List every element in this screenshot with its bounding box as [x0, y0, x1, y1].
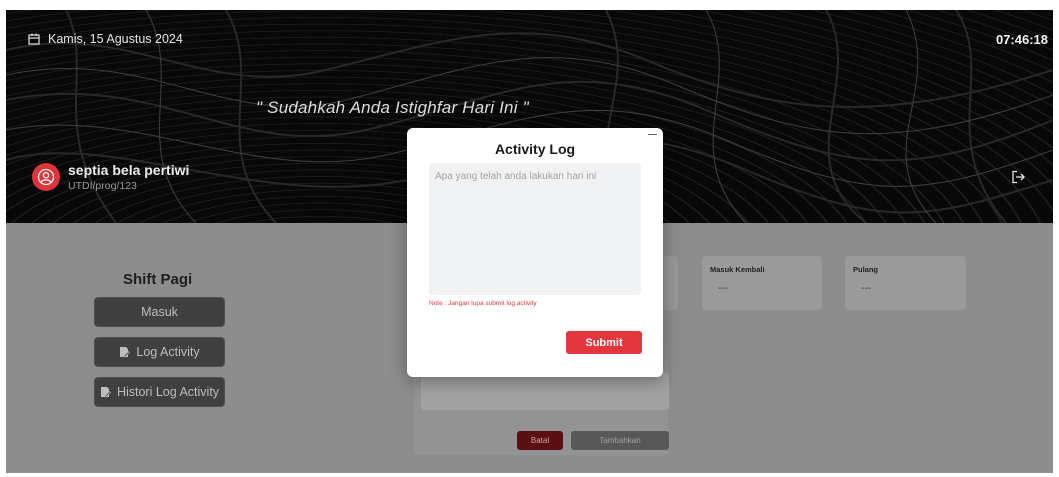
calendar-icon: [28, 33, 40, 45]
date-display: Kamis, 15 Agustus 2024: [28, 32, 183, 46]
shift-title: Shift Pagi: [123, 271, 193, 288]
user-name: septia bela pertiwi: [68, 162, 190, 178]
user-icon: [37, 168, 55, 186]
minimize-icon[interactable]: [648, 134, 657, 135]
document-edit-icon: [100, 387, 111, 398]
clock-time: 07:46:18: [995, 32, 1048, 47]
note-text: Note : Jangan lupa submit log activity: [429, 300, 537, 307]
batal-button[interactable]: Batal: [517, 431, 563, 450]
date-text: Kamis, 15 Agustus 2024: [48, 32, 183, 46]
card-value: ---: [861, 283, 871, 294]
activity-log-modal: Activity Log Note : Jangan lupa submit l…: [407, 128, 663, 377]
status-card-pulang: Pulang ---: [845, 256, 966, 310]
card-label: Pulang: [853, 265, 879, 274]
user-profile: septia bela pertiwi UTDI/prog/123: [32, 162, 189, 192]
activity-log-textarea[interactable]: [429, 163, 641, 295]
logout-button[interactable]: [1011, 170, 1025, 189]
app-frame: Kamis, 15 Agustus 2024 07:46:18 " Sudahk…: [6, 10, 1053, 473]
avatar[interactable]: [32, 163, 60, 191]
masuk-label: Masuk: [141, 305, 178, 319]
document-edit-icon: [120, 347, 131, 358]
submit-button[interactable]: Submit: [566, 331, 642, 354]
logout-icon: [1012, 170, 1025, 184]
card-value: ---: [718, 283, 728, 294]
log-activity-label: Log Activity: [136, 345, 200, 359]
masuk-button[interactable]: Masuk: [94, 297, 225, 327]
quote-text: " Sudahkah Anda Istighfar Hari Ini ": [256, 98, 529, 117]
card-label: Masuk Kembali: [710, 265, 765, 274]
status-card-masuk-kembali: Masuk Kembali ---: [702, 256, 822, 310]
tambahkan-button[interactable]: Tambahkan: [571, 431, 669, 450]
log-activity-button[interactable]: Log Activity: [94, 337, 225, 367]
user-id: UTDI/prog/123: [68, 180, 137, 192]
background-form-textarea: [421, 373, 669, 410]
histori-log-button[interactable]: Histori Log Activity: [94, 377, 225, 407]
modal-title: Activity Log: [494, 141, 576, 157]
histori-log-label: Histori Log Activity: [116, 385, 220, 399]
